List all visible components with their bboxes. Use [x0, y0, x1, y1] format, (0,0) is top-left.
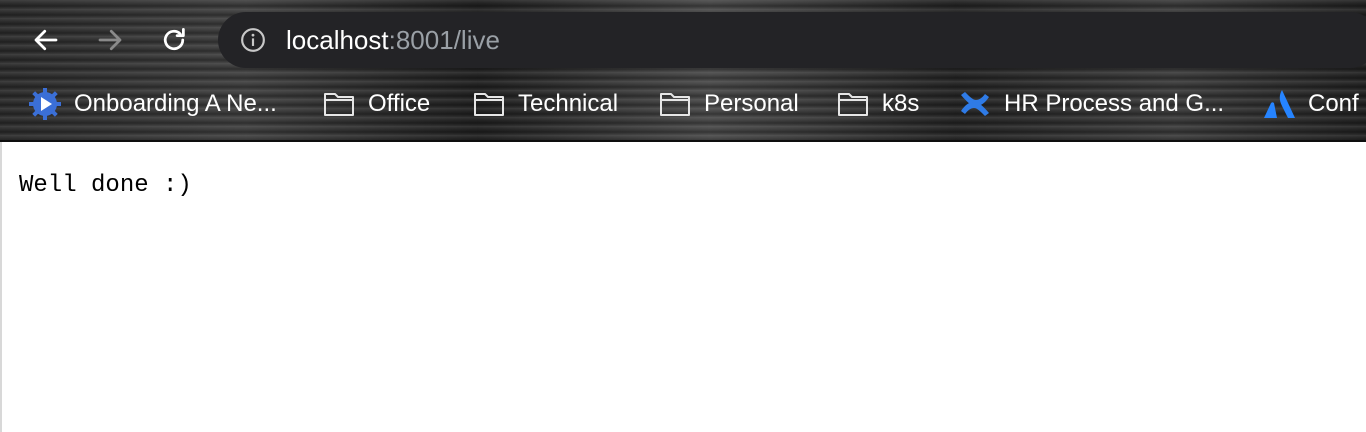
page-body-text: Well done :)	[19, 172, 192, 199]
bookmark-folder-k8s[interactable]: k8s	[836, 84, 919, 124]
folder-icon	[658, 87, 692, 121]
bookmark-label: HR Process and G...	[1004, 90, 1225, 117]
bookmark-label: Office	[368, 90, 431, 117]
play-gear-icon	[28, 87, 62, 121]
url-path: :8001/live	[388, 25, 500, 55]
folder-icon	[472, 87, 506, 121]
bookmark-label: Onboarding A Ne...	[74, 90, 277, 117]
address-bar[interactable]: localhost:8001/live	[218, 12, 1366, 68]
info-icon[interactable]	[240, 27, 266, 53]
url-host: localhost	[286, 25, 389, 55]
page-content: Well done :)	[0, 142, 1366, 432]
browser-chrome: localhost:8001/live Onboarding A Ne... O…	[0, 0, 1366, 142]
bookmark-label: Personal	[704, 90, 799, 117]
bookmark-folder-technical[interactable]: Technical	[472, 84, 618, 124]
bookmark-label: Conf	[1308, 90, 1359, 117]
reload-icon	[163, 28, 185, 51]
atlassian-icon	[1262, 87, 1296, 121]
back-button[interactable]	[28, 22, 64, 58]
arrow-right-icon	[98, 29, 122, 51]
folder-icon	[836, 87, 870, 121]
bookmark-conf[interactable]: Conf	[1262, 84, 1359, 124]
folder-icon	[322, 87, 356, 121]
bookmarks-bar: Onboarding A Ne... Office Technical Pers…	[0, 84, 1366, 124]
bookmark-hr-process[interactable]: HR Process and G...	[958, 84, 1224, 124]
reload-button[interactable]	[156, 22, 192, 58]
bookmark-folder-personal[interactable]: Personal	[658, 84, 799, 124]
bookmark-onboarding[interactable]: Onboarding A Ne...	[28, 84, 277, 124]
bookmark-label: k8s	[882, 90, 920, 117]
arrow-left-icon	[34, 29, 58, 51]
bookmark-folder-office[interactable]: Office	[322, 84, 430, 124]
bookmark-label: Technical	[518, 90, 619, 117]
confluence-icon	[958, 87, 992, 121]
url-text[interactable]: localhost:8001/live	[286, 26, 500, 54]
browser-toolbar: localhost:8001/live	[0, 10, 1366, 70]
forward-button[interactable]	[92, 22, 128, 58]
